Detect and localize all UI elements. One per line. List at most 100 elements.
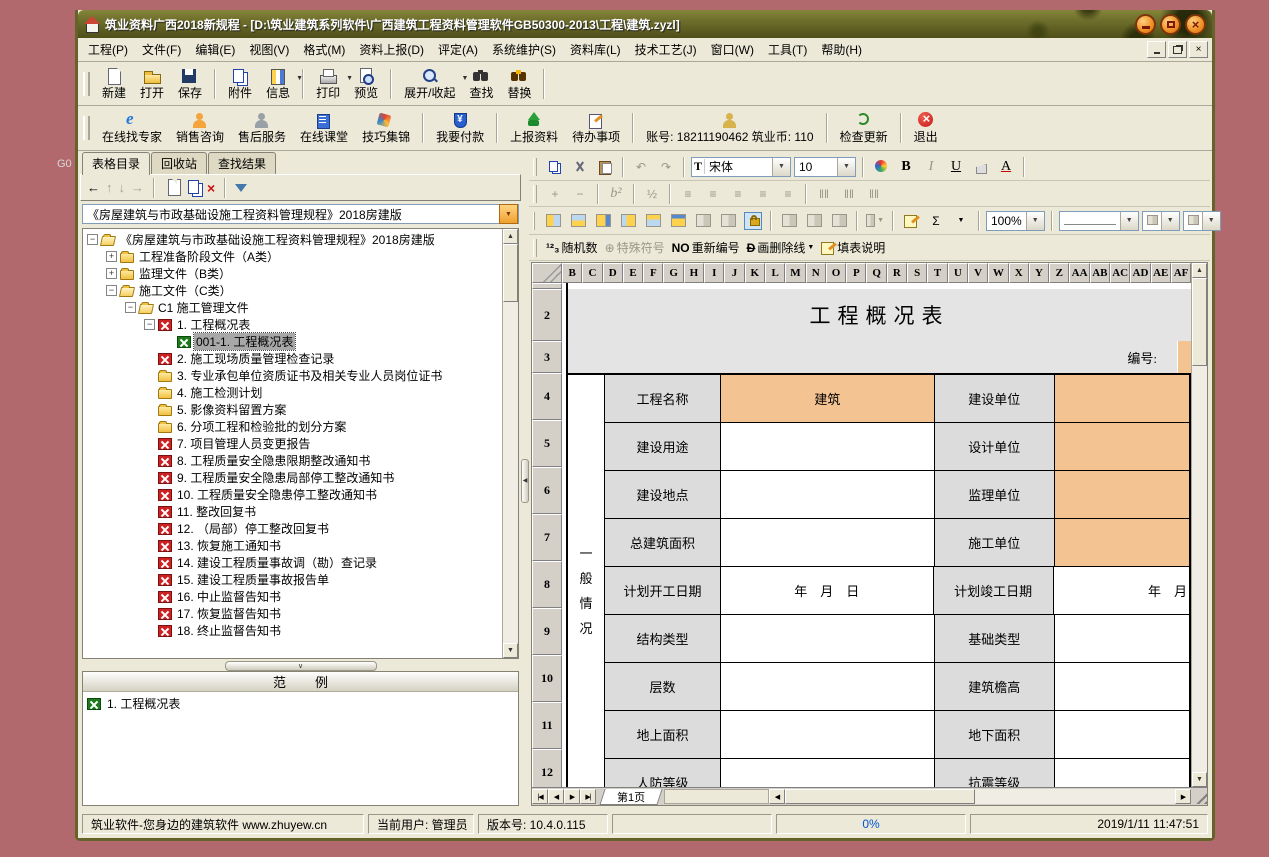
column-header-X[interactable]: X [1009, 263, 1029, 283]
menu-item-1[interactable]: 工程(P) [82, 39, 134, 60]
table-op-button-1[interactable] [692, 211, 714, 231]
column-header-M[interactable]: M [785, 263, 805, 283]
align-center-button[interactable]: ≡ [727, 184, 749, 204]
line-style-dropdown-icon[interactable]: ▼ [1120, 212, 1138, 230]
column-header-T[interactable]: T [927, 263, 947, 283]
label-cell[interactable]: 地上面积 [605, 711, 721, 758]
strikethrough-dropdown-icon[interactable]: ▼ [807, 244, 814, 251]
value-cell[interactable] [721, 519, 935, 566]
link-cells-button[interactable] [828, 211, 850, 231]
strikethrough-button[interactable]: Đ 画删除线 ▼ [745, 238, 817, 258]
value-cell[interactable] [1055, 375, 1189, 422]
paste-button[interactable] [594, 157, 616, 177]
insert-row-above-button[interactable] [567, 211, 589, 231]
value-cell[interactable]: 年 月 [1054, 567, 1189, 614]
row-header-10[interactable]: 10 [532, 655, 562, 702]
tree-item[interactable]: 15. 建设工程质量事故报告单 [83, 571, 502, 588]
resize-grip-icon[interactable] [1191, 789, 1207, 804]
column-header-L[interactable]: L [765, 263, 785, 283]
info-button[interactable]: 信息▼ [259, 67, 297, 101]
pay-button[interactable]: 我要付款 [429, 111, 491, 145]
label-cell[interactable]: 施工单位 [935, 519, 1055, 566]
close-button[interactable]: × [1185, 14, 1206, 35]
side-merged-cell[interactable]: 一般情况 [568, 375, 605, 787]
tree-item[interactable]: −1. 工程概况表 [83, 316, 502, 333]
fill-pattern-button[interactable]: ▼ [864, 211, 886, 231]
tree-item[interactable]: 13. 恢复施工通知书 [83, 537, 502, 554]
nav-back-button[interactable]: ← [87, 180, 100, 195]
tree-expander-icon[interactable]: − [144, 319, 155, 330]
column-header-AF[interactable]: AF [1171, 263, 1191, 283]
column-header-R[interactable]: R [887, 263, 907, 283]
menu-item-9[interactable]: 资料库(L) [564, 39, 627, 60]
column-header-AB[interactable]: AB [1090, 263, 1110, 283]
barcode-button-2[interactable]: ‖‖ [838, 184, 860, 204]
value-cell[interactable] [1055, 471, 1189, 518]
example-item[interactable]: 1. 工程概况表 [87, 695, 514, 712]
toolbar-grip[interactable] [533, 212, 535, 230]
column-header-K[interactable]: K [745, 263, 765, 283]
print-button[interactable]: 打印▼ [309, 67, 347, 101]
font-dropdown-icon[interactable]: ▼ [772, 158, 790, 176]
italic-button[interactable]: I [920, 157, 942, 177]
menu-item-2[interactable]: 文件(F) [136, 39, 187, 60]
border-dropdown-icon[interactable]: ▼ [1161, 212, 1179, 230]
align-justify-button[interactable]: ≡ [677, 184, 699, 204]
label-cell[interactable]: 计划开工日期 [605, 567, 721, 614]
tree-item[interactable]: 14. 建设工程质量事故调（勘）查记录 [83, 554, 502, 571]
toolbar-grip[interactable] [533, 185, 537, 203]
column-header-D[interactable]: D [603, 263, 623, 283]
scroll-down-icon[interactable]: ▼ [503, 643, 518, 658]
document-number-cell[interactable]: 编号: [568, 341, 1177, 373]
copy-button[interactable] [544, 157, 566, 177]
zoom-in-button[interactable]: + [544, 184, 566, 204]
menu-item-10[interactable]: 技术工艺(J) [629, 39, 703, 60]
column-header-Y[interactable]: Y [1029, 263, 1049, 283]
random-number-button[interactable]: ¹²₃ 随机数 [544, 238, 600, 258]
horizontal-splitter[interactable]: ∨ [80, 660, 521, 671]
value-cell[interactable]: 建筑 [721, 375, 935, 422]
column-header-V[interactable]: V [968, 263, 988, 283]
column-header-Q[interactable]: Q [866, 263, 886, 283]
split-cell-right-button[interactable] [592, 211, 614, 231]
sheet-scrollbar[interactable]: ▲ ▼ [1191, 263, 1207, 787]
row-header-9[interactable]: 9 [532, 608, 562, 655]
zoom-dropdown-icon[interactable]: ▼ [1026, 212, 1044, 230]
menu-item-6[interactable]: 资料上报(D) [353, 39, 430, 60]
expert-button[interactable]: 在线找专家 [95, 111, 169, 145]
tree-item[interactable]: 2. 施工现场质量管理检查记录 [83, 350, 502, 367]
copy-form-icon[interactable] [185, 179, 201, 196]
column-header-G[interactable]: G [663, 263, 683, 283]
tree-item[interactable]: 7. 项目管理人员变更报告 [83, 435, 502, 452]
delete-column-button[interactable] [617, 211, 639, 231]
align-right-button[interactable]: ≡ [752, 184, 774, 204]
mdi-close-button[interactable]: × [1189, 41, 1208, 58]
value-cell[interactable] [1055, 663, 1189, 710]
tree-item[interactable]: 12. （局部）停工整改回复书 [83, 520, 502, 537]
column-header-AC[interactable]: AC [1110, 263, 1130, 283]
label-cell[interactable]: 监理单位 [935, 471, 1055, 518]
font-color-button[interactable] [870, 157, 892, 177]
expand-button[interactable]: 展开/收起▼ [397, 67, 462, 101]
row-header-5[interactable]: 5 [532, 420, 562, 467]
value-cell[interactable] [1055, 519, 1189, 566]
sum-dropdown-icon[interactable]: ▼ [950, 211, 972, 231]
value-cell[interactable] [721, 471, 935, 518]
vertical-splitter[interactable]: ◀ [521, 153, 529, 808]
lock-cell-button[interactable] [742, 211, 764, 231]
value-cell[interactable] [721, 759, 935, 787]
tree-item[interactable]: 4. 施工检测计划 [83, 384, 502, 401]
label-cell[interactable]: 设计单位 [935, 423, 1055, 470]
column-header-AA[interactable]: AA [1069, 263, 1089, 283]
border-select-1[interactable]: ▼ [1142, 211, 1180, 231]
line-style-select[interactable]: ▼ [1059, 211, 1139, 231]
new-button[interactable]: 新建 [95, 67, 133, 101]
zoom-select[interactable]: 100% ▼ [986, 211, 1045, 231]
scrollbar-thumb[interactable] [503, 244, 518, 302]
regulation-select[interactable]: 《房屋建筑与市政基础设施工程资料管理规程》2018房建版 ▼ [82, 204, 519, 224]
fill-note-button[interactable]: 填表说明 [819, 238, 887, 258]
tree-item[interactable]: −《房屋建筑与市政基础设施工程资料管理规程》2018房建版 [83, 231, 502, 248]
label-cell[interactable]: 建设用途 [605, 423, 721, 470]
tree-item[interactable]: 9. 工程质量安全隐患局部停工整改通知书 [83, 469, 502, 486]
row-header-7[interactable]: 7 [532, 514, 562, 561]
